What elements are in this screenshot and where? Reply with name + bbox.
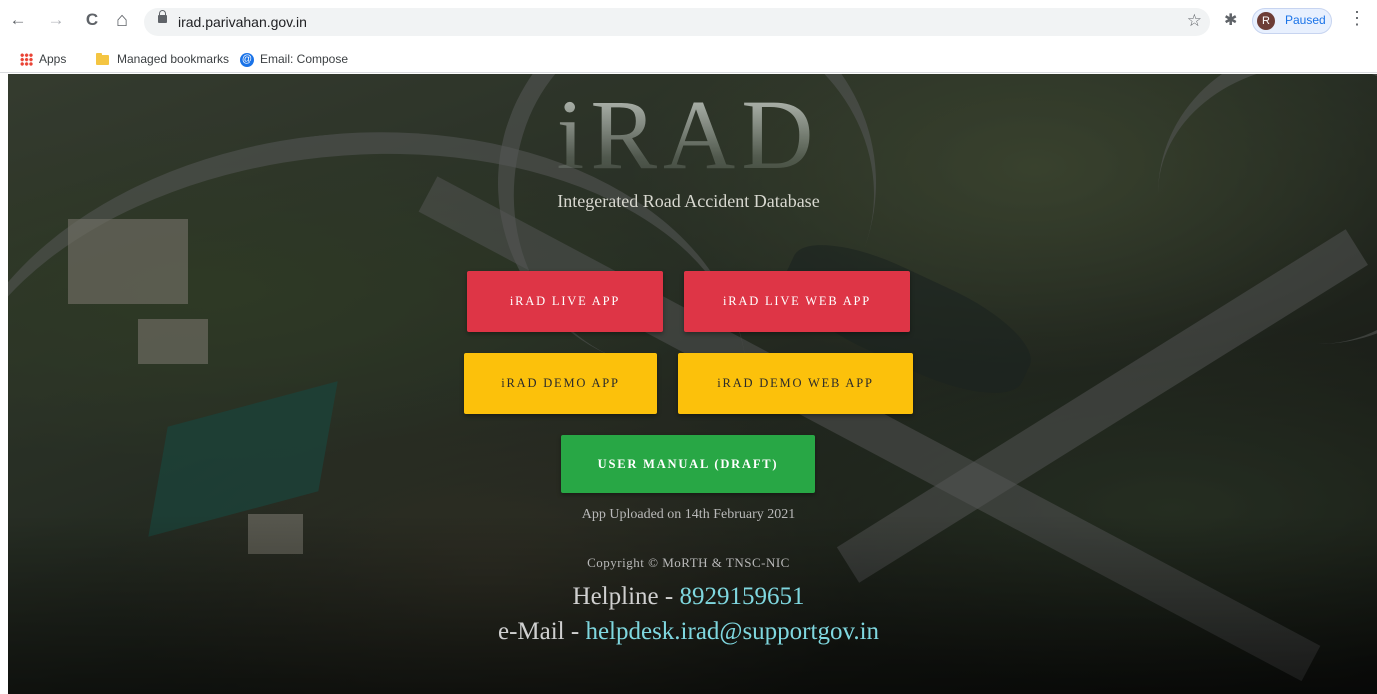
site-tagline: Integerated Road Accident Database xyxy=(557,191,820,211)
mail-icon: @ xyxy=(240,52,254,67)
back-arrow-icon[interactable]: ← xyxy=(8,10,28,30)
profile-status: Paused xyxy=(1285,13,1326,27)
upload-note: App Uploaded on 14th February 2021 xyxy=(581,507,796,522)
url-text[interactable]: irad.parivahan.gov.in xyxy=(178,14,307,30)
reload-icon[interactable]: C xyxy=(82,10,102,30)
user-manual-button[interactable]: USER MANUAL (DRAFT) xyxy=(561,435,815,493)
browser-toolbar: ← → C ⌂ irad.parivahan.gov.in ☆ ✱ R Paus… xyxy=(0,0,1377,45)
apps-grid-icon xyxy=(20,53,33,67)
forward-arrow-icon[interactable]: → xyxy=(46,10,66,30)
support-email: e-Mail - helpdesk.irad@supportgov.in xyxy=(8,618,1369,646)
extensions-puzzle-icon[interactable]: ✱ xyxy=(1224,10,1237,30)
copyright-text: Copyright © MoRTH & TNSC-NIC xyxy=(587,555,790,570)
bookmark-label: Email: Compose xyxy=(260,52,349,66)
bookmark-email-compose[interactable]: @ Email: Compose xyxy=(240,49,348,69)
bookmark-managed-bookmarks[interactable]: Managed bookmarks xyxy=(96,49,229,69)
irad-logo: iRAD xyxy=(528,80,848,190)
irad-demo-app-button[interactable]: iRAD DEMO APP xyxy=(464,353,657,414)
bookmark-star-icon[interactable]: ☆ xyxy=(1187,11,1202,31)
helpline: Helpline - 8929159651 xyxy=(8,583,1369,611)
more-menu-icon[interactable]: ⋮ xyxy=(1348,9,1366,27)
helpline-label: Helpline - xyxy=(572,583,680,610)
avatar: R xyxy=(1257,12,1275,30)
hero-section: iRAD Integerated Road Accident Database … xyxy=(8,74,1377,694)
bookmark-apps[interactable]: Apps xyxy=(20,49,66,69)
address-bar[interactable]: irad.parivahan.gov.in ☆ xyxy=(144,8,1210,36)
email-link[interactable]: helpdesk.irad@supportgov.in xyxy=(585,618,879,645)
irad-live-app-button[interactable]: iRAD LIVE APP xyxy=(467,271,663,332)
bookmark-label: Managed bookmarks xyxy=(117,52,230,66)
lock-icon[interactable] xyxy=(158,10,167,23)
irad-demo-web-app-button[interactable]: iRAD DEMO WEB APP xyxy=(678,353,913,414)
helpline-number[interactable]: 8929159651 xyxy=(679,583,804,610)
home-icon[interactable]: ⌂ xyxy=(112,10,132,30)
email-label: e-Mail - xyxy=(497,618,586,645)
irad-live-web-app-button[interactable]: iRAD LIVE WEB APP xyxy=(684,271,910,332)
bookmarks-bar: Apps Managed bookmarks @ Email: Compose xyxy=(0,45,1377,73)
bookmark-label: Apps xyxy=(39,52,67,66)
profile-button[interactable]: R Paused xyxy=(1252,8,1332,34)
folder-icon xyxy=(96,52,109,65)
